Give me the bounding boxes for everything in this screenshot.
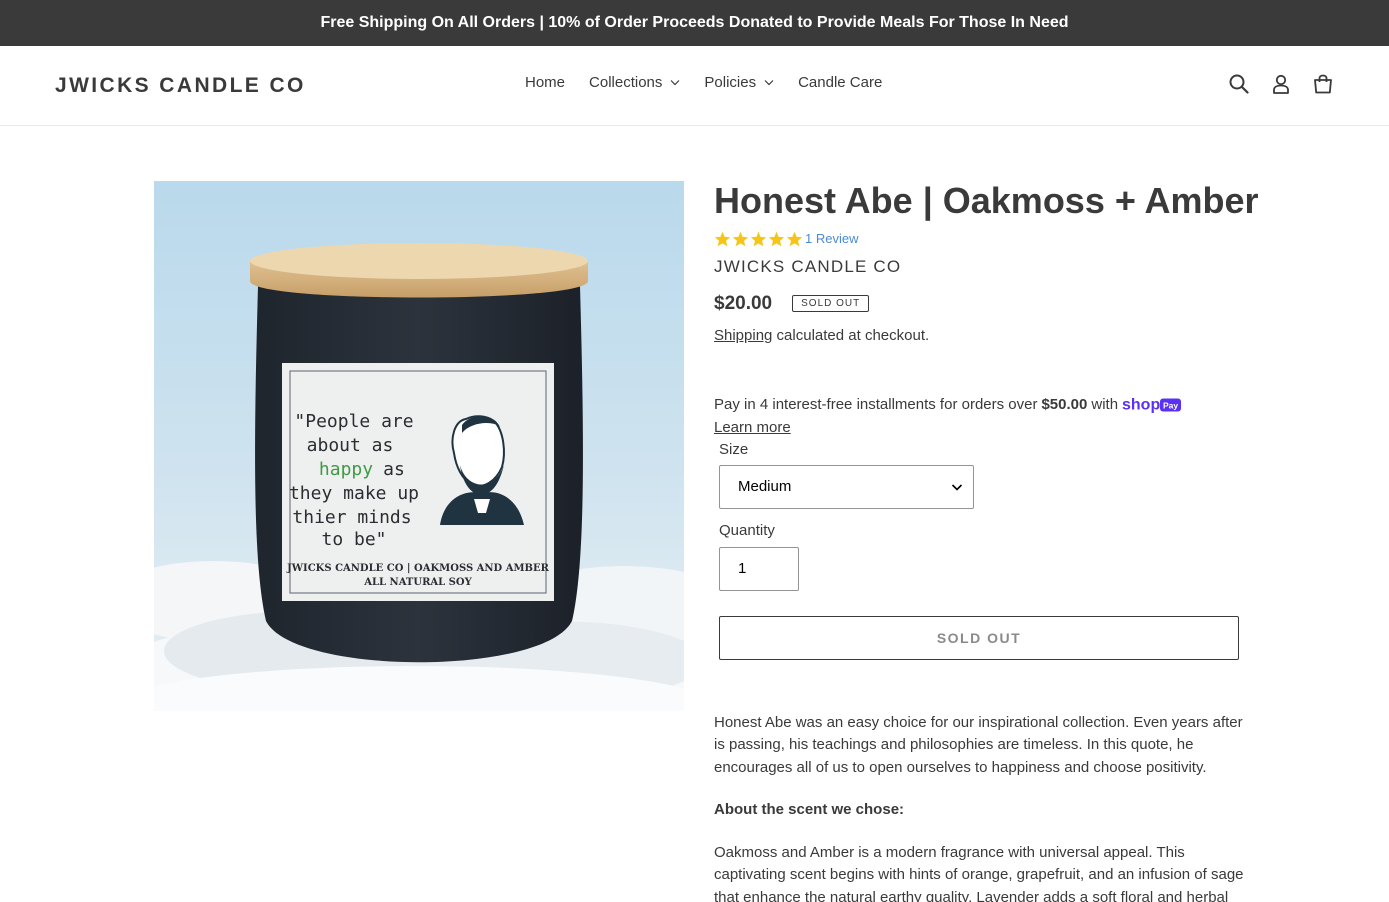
sold-out-badge: Sold out <box>792 295 870 313</box>
site-logo[interactable]: JWICKS CANDLE CO <box>55 74 306 98</box>
shipping-link[interactable]: Shipping <box>714 327 772 344</box>
shop-pay-text: Pay in 4 interest-free installments for … <box>714 396 1038 414</box>
description-paragraph: Honest Abe was an easy choice for our in… <box>714 713 1243 776</box>
star-icon <box>768 231 785 246</box>
review-count-link[interactable]: 1 Review <box>805 231 858 246</box>
header-icons <box>1228 72 1334 96</box>
quantity-field: Quantity 1 <box>714 522 1244 591</box>
star-icon <box>786 231 803 246</box>
nav-policies[interactable]: Policies <box>692 74 786 91</box>
shop-pay-logo-text: shop <box>1122 396 1160 413</box>
label-quote-line: about as <box>307 435 394 456</box>
chevron-down-icon <box>670 80 680 86</box>
nav-home[interactable]: Home <box>513 74 577 91</box>
main-nav: Home Collections Policies Candle Care <box>513 74 894 91</box>
price-row: $20.00 Sold out <box>714 293 1244 315</box>
product-image[interactable]: "People are about as happy as they make … <box>154 181 684 711</box>
shop-pay-logo-badge: Pay <box>1163 400 1178 410</box>
label-quote-line: as <box>383 459 405 480</box>
shop-pay-text-after: with <box>1091 396 1119 414</box>
product-description: Honest Abe was an easy choice for our in… <box>714 712 1244 902</box>
announcement-text: Free Shipping On All Orders | 10% of Ord… <box>320 14 1069 31</box>
label-sub-line: ALL NATURAL SOY <box>363 577 472 588</box>
label-brand-line: JWICKS CANDLE CO | OAKMOSS AND AMBER <box>286 563 550 574</box>
quantity-label: Quantity <box>719 521 775 539</box>
site-header: JWICKS CANDLE CO Home Collections Polici… <box>0 46 1389 126</box>
shipping-note-text: calculated at checkout. <box>772 326 930 344</box>
description-heading: About the scent we chose: <box>714 799 1244 822</box>
announcement-bar: Free Shipping On All Orders | 10% of Ord… <box>0 0 1389 46</box>
product-info: Honest Abe | Oakmoss + Amber 1 Review JW… <box>714 180 1259 902</box>
label-quote-line: "People are <box>294 411 413 432</box>
star-rating <box>714 231 803 247</box>
size-selected-value: Medium <box>738 478 792 496</box>
candle-product-photo: "People are about as happy as they make … <box>154 181 684 711</box>
shop-pay-installments: Pay in 4 interest-free installments for … <box>714 396 1244 414</box>
size-field: Size Medium <box>714 441 1244 509</box>
nav-candle-care[interactable]: Candle Care <box>786 74 894 91</box>
size-select[interactable]: Medium <box>719 464 974 509</box>
quantity-input[interactable]: 1 <box>719 546 799 591</box>
label-quote-line: they make up <box>289 483 419 504</box>
shop-pay-logo: shop Pay <box>1122 396 1182 414</box>
nav-home-label: Home <box>525 74 566 91</box>
account-icon[interactable] <box>1270 72 1292 96</box>
star-icon <box>750 231 767 246</box>
search-icon[interactable] <box>1228 72 1250 96</box>
learn-more-link[interactable]: Learn more <box>714 419 1244 436</box>
chevron-down-icon <box>764 80 774 86</box>
nav-collections-label: Collections <box>589 74 663 91</box>
nav-collections[interactable]: Collections <box>577 74 692 91</box>
chevron-down-icon <box>951 484 963 491</box>
nav-policies-label: Policies <box>704 74 757 91</box>
nav-candle-care-label: Candle Care <box>798 74 883 91</box>
product-title: Honest Abe | Oakmoss + Amber <box>714 180 1259 221</box>
description-heading-text: About the scent we chose: <box>714 801 905 819</box>
description-paragraph: Oakmoss and Amber is a modern fragrance … <box>714 843 1244 902</box>
shipping-note: Shipping calculated at checkout. <box>714 327 1244 344</box>
shop-pay-amount: $50.00 <box>1041 396 1088 414</box>
product-price: $20.00 <box>714 292 773 314</box>
product-vendor: JWICKS CANDLE CO <box>714 256 902 276</box>
product-rating[interactable]: 1 Review <box>714 231 1244 247</box>
label-quote-line: to be" <box>321 529 386 550</box>
label-quote-line: happy <box>319 459 373 480</box>
star-icon <box>732 231 749 246</box>
sold-out-button[interactable]: SOLD OUT <box>719 615 1239 660</box>
cart-icon[interactable] <box>1312 72 1334 96</box>
size-label: Size <box>719 440 749 458</box>
label-quote-line: thier minds <box>292 507 411 528</box>
star-icon <box>714 231 731 246</box>
